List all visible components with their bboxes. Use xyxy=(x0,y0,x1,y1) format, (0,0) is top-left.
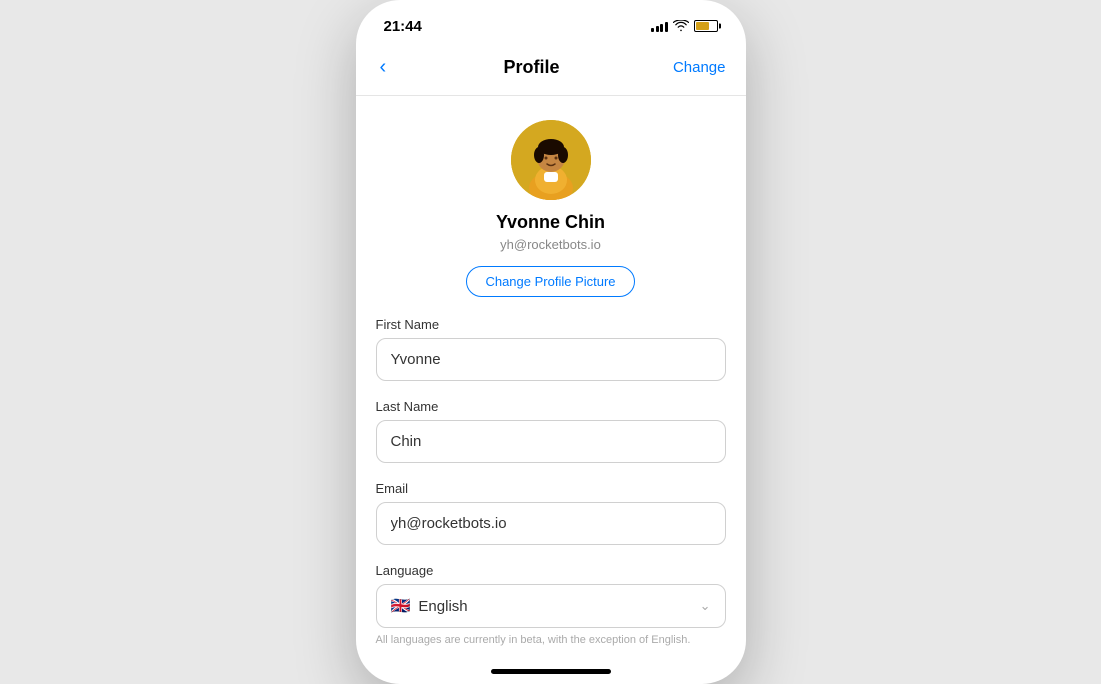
content-area: Yvonne Chin yh@rocketbots.io Change Prof… xyxy=(356,96,746,661)
first-name-input[interactable] xyxy=(376,338,726,381)
user-name: Yvonne Chin xyxy=(496,212,605,233)
first-name-group: First Name xyxy=(376,317,726,381)
language-select-left: 🇬🇧 English xyxy=(391,596,468,616)
language-note: All languages are currently in beta, wit… xyxy=(376,634,726,646)
back-button[interactable]: ‹ xyxy=(376,52,391,83)
last-name-group: Last Name xyxy=(376,399,726,463)
avatar-image xyxy=(511,120,591,200)
change-button[interactable]: Change xyxy=(673,59,726,76)
change-profile-picture-button[interactable]: Change Profile Picture xyxy=(466,266,634,297)
battery-fill xyxy=(696,22,709,30)
chevron-down-icon: ⌄ xyxy=(700,598,711,614)
signal-icon xyxy=(651,20,668,32)
language-flag-icon: 🇬🇧 xyxy=(391,596,411,616)
email-input[interactable] xyxy=(376,502,726,545)
email-label: Email xyxy=(376,481,726,496)
last-name-input[interactable] xyxy=(376,420,726,463)
status-icons xyxy=(651,20,718,32)
email-group: Email xyxy=(376,481,726,545)
home-bar xyxy=(491,669,611,674)
status-time: 21:44 xyxy=(384,18,422,35)
page-title: Profile xyxy=(504,57,560,78)
language-select[interactable]: 🇬🇧 English ⌄ xyxy=(376,584,726,628)
status-bar: 21:44 xyxy=(356,0,746,44)
user-email: yh@rocketbots.io xyxy=(500,237,601,252)
avatar xyxy=(511,120,591,200)
language-value: English xyxy=(418,598,467,615)
language-label: Language xyxy=(376,563,726,578)
nav-bar: ‹ Profile Change xyxy=(356,44,746,96)
wifi-icon xyxy=(673,20,689,32)
last-name-label: Last Name xyxy=(376,399,726,414)
phone-frame: 21:44 ‹ Profile Change xyxy=(356,0,746,684)
language-group: Language 🇬🇧 English ⌄ All languages are … xyxy=(376,563,726,646)
avatar-section: Yvonne Chin yh@rocketbots.io Change Prof… xyxy=(376,120,726,297)
home-indicator xyxy=(356,661,746,684)
first-name-label: First Name xyxy=(376,317,726,332)
battery-icon xyxy=(694,20,718,32)
